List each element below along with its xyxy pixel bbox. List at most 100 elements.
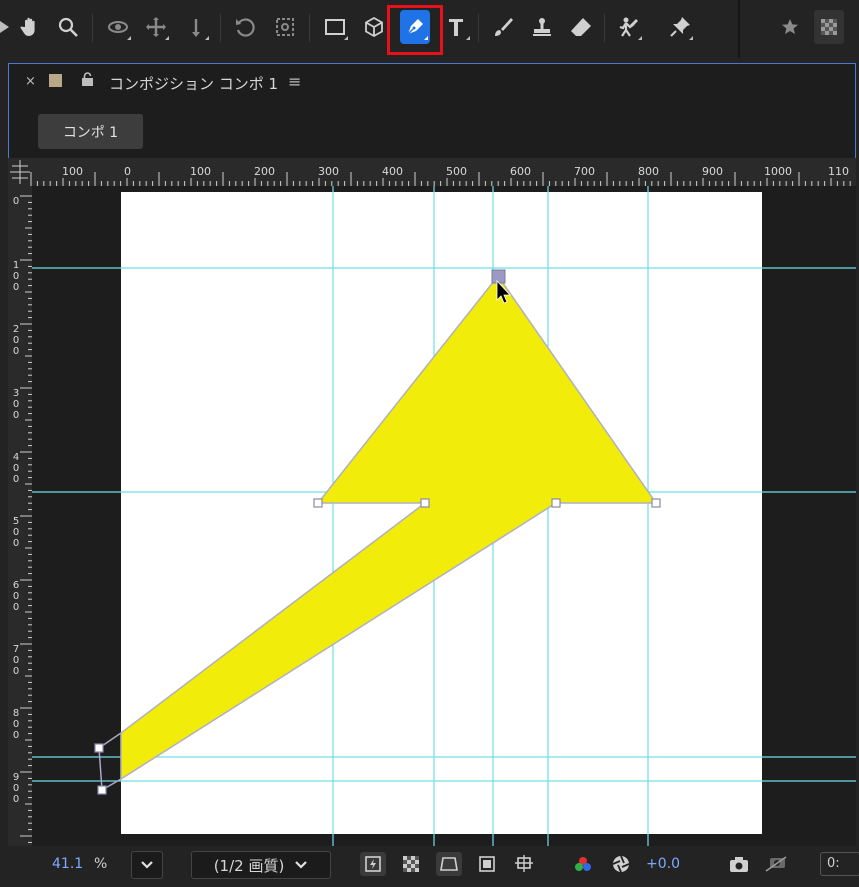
- ruler-label: 0: [12, 196, 20, 207]
- ruler-label: 100: [190, 165, 211, 178]
- comp-tab[interactable]: コンポ 1: [38, 114, 143, 149]
- ruler-label: 5 0 0: [12, 516, 20, 549]
- show-snapshot-button[interactable]: [763, 852, 789, 876]
- panel-title: コンポジション コンポ 1: [109, 75, 279, 93]
- magnifier-icon: [58, 17, 78, 37]
- magnification-unit: %: [94, 856, 108, 872]
- ruler-label: 200: [254, 165, 275, 178]
- ruler-label: 2 0 0: [12, 324, 20, 357]
- selected-vertex-handle[interactable]: [491, 269, 506, 284]
- vertex-handle: [94, 743, 104, 753]
- magnification-value[interactable]: 41.1: [52, 856, 83, 872]
- ruler-label: 1 0 0: [12, 260, 20, 293]
- hand-icon: [20, 17, 35, 36]
- grid-guides-button[interactable]: [511, 852, 537, 876]
- fast-preview-icon: [365, 856, 381, 872]
- eraser-tool[interactable]: [566, 10, 596, 44]
- rotation-tool[interactable]: [230, 10, 260, 44]
- ruler-label: 1000: [764, 165, 792, 178]
- fast-previews-button[interactable]: [360, 852, 386, 876]
- submenu-indicator: [165, 36, 169, 40]
- clone-stamp-tool[interactable]: [527, 10, 557, 44]
- exposure-value[interactable]: +0.0: [646, 856, 680, 872]
- aperture-icon: [612, 855, 630, 873]
- panel-menu-icon[interactable]: ≡: [288, 72, 301, 91]
- eraser-icon: [571, 18, 591, 36]
- submenu-indicator: [127, 36, 131, 40]
- home-tool[interactable]: [0, 10, 16, 44]
- ruler-label: 700: [574, 165, 595, 178]
- ruler-label: 900: [702, 165, 723, 178]
- region-of-interest-button[interactable]: [474, 852, 500, 876]
- ruler-origin[interactable]: [8, 158, 32, 186]
- submenu-indicator: [205, 36, 209, 40]
- snapping-toggle[interactable]: [814, 10, 844, 44]
- grid-options-icon: [515, 855, 533, 872]
- brush-tool[interactable]: [488, 10, 518, 44]
- tools-toolbar: [0, 0, 859, 58]
- workspace-star[interactable]: [775, 10, 805, 44]
- submenu-indicator: [344, 36, 348, 40]
- vertex-handle: [97, 785, 107, 795]
- mask-visibility-icon: [440, 857, 458, 871]
- pin-tool[interactable]: [665, 10, 695, 44]
- color-channels-button[interactable]: [570, 852, 596, 876]
- toolbar-divider: [220, 14, 221, 42]
- reset-exposure-button[interactable]: [608, 852, 634, 876]
- puppet-tool[interactable]: [614, 10, 644, 44]
- vertical-ruler[interactable]: 0 1 0 0 2 0 0 3 0 0 4 0 0 5 0 0 6 0 0 7 …: [8, 186, 32, 846]
- ruler-label: 500: [446, 165, 467, 178]
- rotate-icon: [236, 18, 255, 37]
- ruler-label: 110: [828, 165, 849, 178]
- label-color-swatch[interactable]: [49, 74, 62, 87]
- pan-camera-tool[interactable]: [141, 10, 171, 44]
- vertex-handle: [551, 498, 561, 508]
- mask-path-visibility-button[interactable]: [436, 852, 462, 876]
- resolution-value: (1/2 画質): [213, 856, 285, 875]
- composition-canvas[interactable]: [32, 186, 856, 846]
- transparency-grid-button[interactable]: [398, 852, 424, 876]
- rectangle-tool[interactable]: [320, 10, 350, 44]
- star-icon: [782, 19, 798, 34]
- ruler-label: 400: [382, 165, 403, 178]
- ruler-label: 300: [318, 165, 339, 178]
- toolbar-divider: [309, 14, 310, 42]
- pen-tool-highlight-box: [387, 5, 443, 55]
- brush-icon: [495, 18, 513, 36]
- lock-icon[interactable]: [81, 72, 94, 91]
- horizontal-ruler[interactable]: 100 0 100 200 300 400 500 600 700 800 90…: [30, 158, 856, 186]
- arrow-icon: [0, 21, 9, 33]
- close-panel-button[interactable]: ×: [25, 74, 36, 89]
- magnification-dropdown[interactable]: [131, 851, 163, 879]
- 3d-tool[interactable]: [359, 10, 389, 44]
- submenu-indicator: [466, 36, 470, 40]
- ruler-label: 8 0 0: [12, 708, 20, 741]
- composition-viewer[interactable]: [32, 186, 856, 846]
- chevron-down-icon: [141, 861, 153, 869]
- toolbar-divider: [92, 14, 93, 42]
- show-snapshot-icon: [765, 856, 787, 872]
- resolution-dropdown[interactable]: (1/2 画質): [191, 851, 331, 879]
- zoom-tool[interactable]: [53, 10, 83, 44]
- type-tool[interactable]: [442, 10, 472, 44]
- dolly-camera-tool[interactable]: [181, 10, 211, 44]
- ruler-label: 9 0 0: [12, 772, 20, 805]
- pan-behind-tool[interactable]: [270, 10, 300, 44]
- ruler-label: 0: [124, 165, 131, 178]
- stamp-icon: [533, 18, 551, 36]
- vertex-handle: [420, 498, 430, 508]
- panel-header: × コンポジション コンポ 1 ≡: [9, 64, 855, 100]
- rgb-channels-icon: [575, 857, 591, 871]
- submenu-indicator: [638, 36, 642, 40]
- hand-tool[interactable]: [16, 10, 46, 44]
- take-snapshot-button[interactable]: [726, 852, 752, 876]
- vertex-handle: [651, 498, 661, 508]
- toolbar-divider: [478, 14, 479, 42]
- anchor-point-icon: [276, 18, 294, 36]
- ruler-label: 4 0 0: [12, 452, 20, 485]
- orbit-camera-tool[interactable]: [103, 10, 133, 44]
- current-time-field[interactable]: 0:: [820, 852, 859, 876]
- horizontal-ruler-ticks: [30, 172, 851, 186]
- ruler-label: 6 0 0: [12, 580, 20, 613]
- chevron-down-icon: [295, 861, 308, 869]
